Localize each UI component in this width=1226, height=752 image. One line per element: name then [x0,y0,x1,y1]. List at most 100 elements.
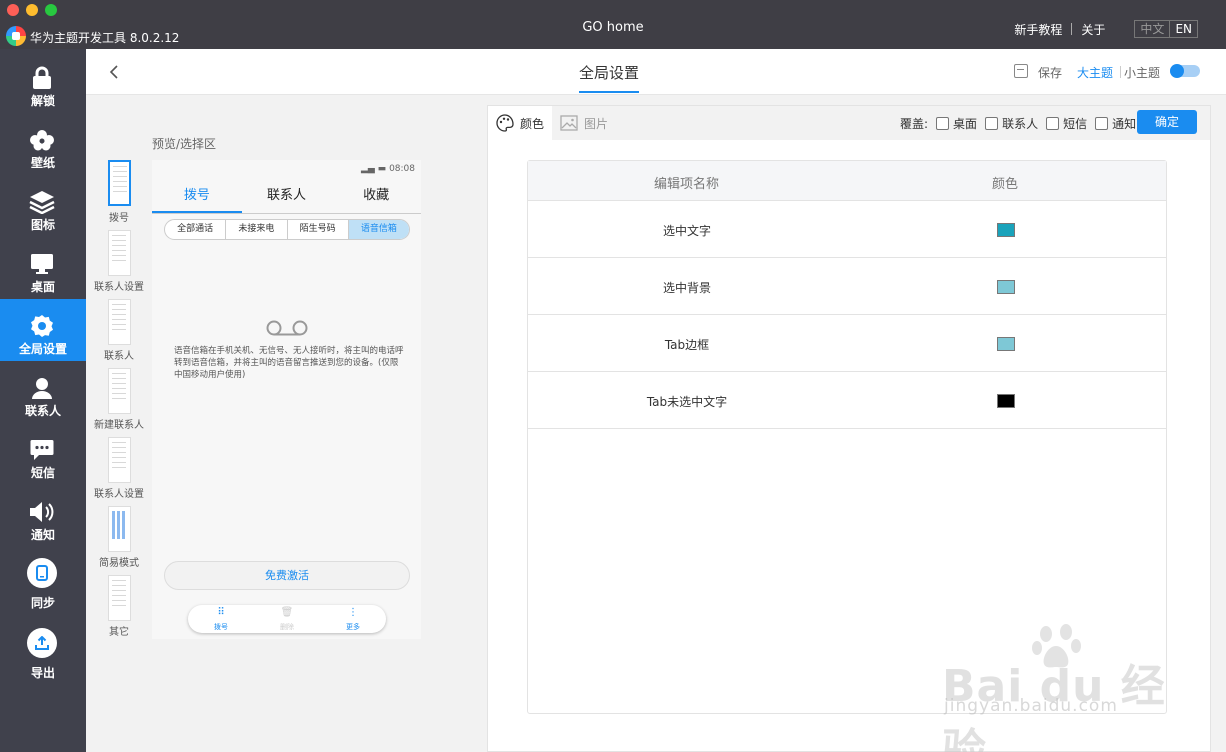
override-notify-checkbox[interactable] [1095,117,1109,130]
segment-all-calls[interactable]: 全部通话 [165,220,227,239]
item-name: Tab未选中文字 [646,395,728,409]
phone-icon [26,557,58,589]
sidebar-item-export[interactable]: 导出 [0,617,86,680]
sidebar-item-wallpaper[interactable]: 壁纸 [0,113,86,175]
table-row[interactable]: 选中文字 [528,201,1166,258]
dock-dial[interactable]: ⠿ 拨号 [188,605,254,633]
divider [1120,66,1121,78]
call-filter-segments: 全部通话 未接来电 陌生号码 语音信箱 [164,219,410,240]
sidebar-item-notifications[interactable]: 通知 [0,485,86,547]
phone-tab-contacts[interactable]: 联系人 [242,184,332,213]
dock-label: 删除 [280,623,294,631]
sidebar-item-global-settings[interactable]: 全局设置 [0,299,86,361]
table-row[interactable]: Tab未选中文字 [528,372,1166,429]
thumbnail-simple-mode[interactable] [108,506,131,552]
big-theme-option[interactable]: 大主题 [1077,64,1113,81]
thumbnail-other[interactable] [108,575,131,621]
sidebar-item-messages[interactable]: 短信 [0,423,86,485]
baidu-watermark: Bai du 经验 jingyan.baidu.com [942,620,1202,752]
sidebar-item-unlock[interactable]: 解锁 [0,51,86,113]
tutorial-link[interactable]: 新手教程 [1005,21,1071,38]
thumbnail-contacts[interactable] [108,299,131,345]
close-window-button[interactable] [7,4,19,16]
about-link[interactable]: 关于 [1072,21,1114,38]
language-switch: 中文 EN [1134,20,1198,38]
color-swatch[interactable] [997,394,1015,408]
chat-icon [29,437,55,463]
dock-more[interactable]: ⋮ 更多 [320,605,386,633]
segment-missed[interactable]: 未接来电 [226,220,288,239]
confirm-button[interactable]: 确定 [1137,110,1197,134]
override-contacts-checkbox[interactable] [985,117,999,130]
save-button[interactable]: 保存 [1038,64,1062,81]
flower-icon [29,127,55,153]
monitor-icon [29,251,55,277]
lang-zh-button[interactable]: 中文 [1135,21,1171,37]
upload-icon [26,627,58,659]
sidebar-item-icons[interactable]: 图标 [0,175,86,237]
tab-color[interactable]: 颜色 [488,106,552,140]
color-swatch[interactable] [997,337,1015,351]
tab-image-label: 图片 [584,116,609,131]
phone-dock: ⠿ 拨号 🗑 删除 ⋮ 更多 [188,605,386,633]
dock-delete[interactable]: 🗑 删除 [254,605,320,633]
override-desktop-checkbox[interactable] [936,117,950,130]
sidebar-item-label: 同步 [30,596,55,610]
color-swatch[interactable] [997,280,1015,294]
status-bar: ▂▄ ▬ 08:08 [361,164,415,174]
color-swatch[interactable] [997,223,1015,237]
page-header: 全局设置 保存 大主题 小主题 [86,49,1226,95]
override-option-label: 联系人 [1002,117,1039,131]
sidebar-item-label: 通知 [30,528,55,542]
person-icon [29,375,55,401]
thumbnail-contact-settings[interactable] [108,230,131,276]
phone-tabs: 拨号 联系人 收藏 [152,184,421,214]
sidebar-item-contacts[interactable]: 联系人 [0,361,86,423]
lang-en-button[interactable]: EN [1170,21,1197,37]
page-title: 全局设置 [579,62,640,93]
minimize-window-button[interactable] [26,4,38,16]
column-header-name: 编辑项名称 [654,177,720,192]
item-name: 选中文字 [662,224,711,238]
override-options: 覆盖: 桌面 联系人 短信 通知 [900,115,1136,132]
thumbnail-contact-settings-2[interactable] [108,437,131,483]
sidebar-item-label: 壁纸 [30,156,55,170]
theme-toggle[interactable] [1170,64,1200,78]
palette-icon [496,114,514,132]
table-row[interactable]: Tab边框 [528,315,1166,372]
dock-label: 拨号 [214,623,228,631]
image-icon [560,115,578,131]
override-messages-checkbox[interactable] [1046,117,1060,130]
thumbnail-label: 其它 [109,627,129,638]
thumbnail-label: 简易模式 [99,558,139,569]
phone-tab-dial[interactable]: 拨号 [152,184,242,213]
sidebar-item-label: 短信 [30,466,55,480]
back-button[interactable] [104,62,124,82]
sidebar-item-label: 联系人 [24,404,61,418]
item-name: Tab边框 [664,338,710,352]
gear-icon [29,313,55,339]
phone-preview: ▂▄ ▬ 08:08 拨号 联系人 收藏 全部通话 未接来电 陌生号码 语音信箱… [152,160,421,639]
phone-tab-favorites[interactable]: 收藏 [331,184,421,213]
activate-button[interactable]: 免费激活 [164,561,410,590]
zoom-window-button[interactable] [45,4,57,16]
override-label: 覆盖: [900,117,929,131]
thumbnail-label: 新建联系人 [94,420,144,431]
tab-image[interactable]: 图片 [560,106,608,140]
override-option-label: 桌面 [953,117,978,131]
override-option-label: 通知 [1112,117,1137,131]
segment-voicemail[interactable]: 语音信箱 [348,220,409,239]
small-theme-option[interactable]: 小主题 [1124,64,1160,81]
keypad-icon: ⠿ [217,607,225,618]
sidebar-item-sync[interactable]: 同步 [0,547,86,610]
thumbnail-label: 联系人设置 [94,489,144,500]
save-icon[interactable] [1014,64,1028,78]
thumbnail-dialer[interactable] [108,160,131,206]
chevron-left-icon [109,65,118,79]
sidebar-item-desktop[interactable]: 桌面 [0,237,86,299]
voicemail-icon [266,320,308,336]
table-row[interactable]: 选中背景 [528,258,1166,315]
segment-unknown[interactable]: 陌生号码 [288,220,349,239]
title-bar: 华为主题开发工具 8.0.2.12 GO home 新手教程 关于 中文 EN [0,0,1226,49]
thumbnail-new-contact[interactable] [108,368,131,414]
